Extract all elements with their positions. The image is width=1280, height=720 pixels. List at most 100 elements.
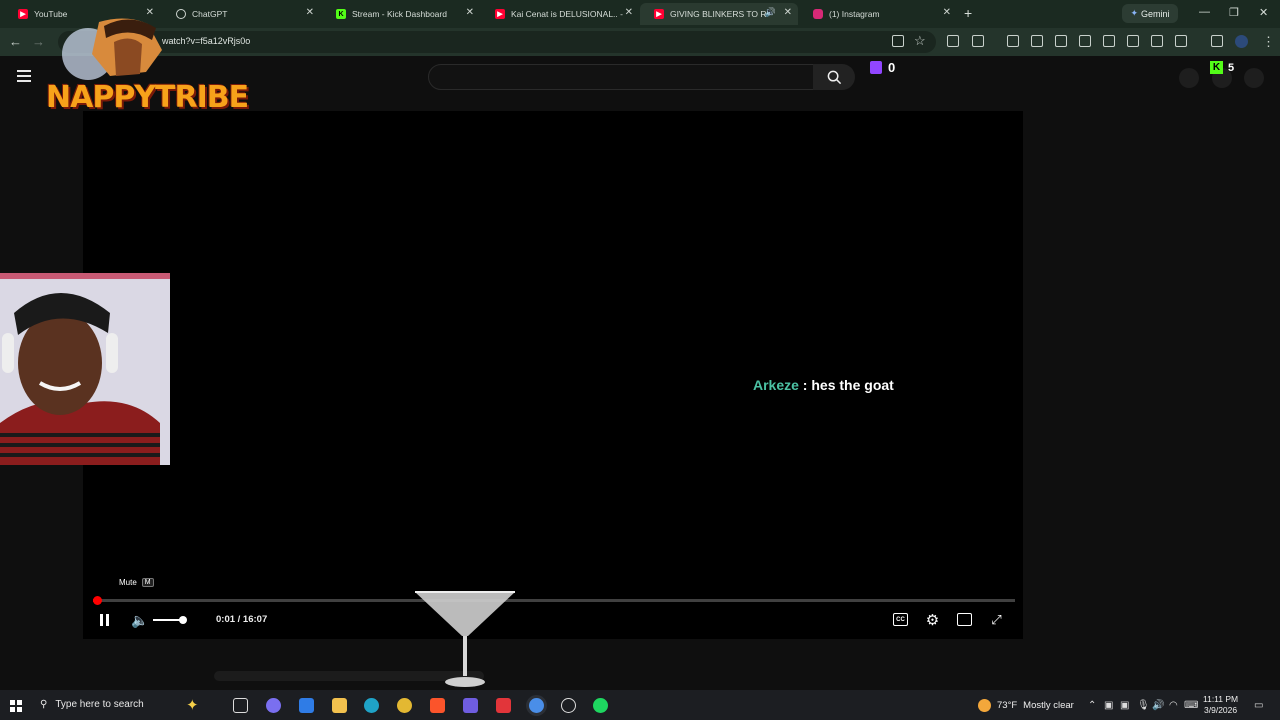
extension-icon[interactable] [1079,35,1091,47]
tab-giving-blinkers[interactable]: ▶ GIVING BLINKERS TO RAND 🔊 ✕ [640,3,798,25]
sidebar-icon[interactable] [1055,35,1067,47]
back-icon[interactable]: ← [9,34,22,49]
tray-app-icon[interactable]: ▣ [1120,700,1129,711]
taskbar-clock[interactable]: 11:11 PM 3/9/2026 [1203,694,1238,716]
notification-icon[interactable]: ▭ [1254,700,1263,711]
tray-app-icon[interactable]: ▣ [1104,700,1113,711]
theater-mode-icon[interactable] [957,613,972,626]
brave-icon[interactable] [430,698,445,713]
keyboard-icon[interactable]: ⌨ [1184,700,1198,711]
taskbar-search-placeholder: Type here to search [55,699,144,710]
restore-icon[interactable]: ❐ [1229,6,1239,19]
tab-title: GIVING BLINKERS TO RAND [670,9,768,19]
tab-kick-dashboard[interactable]: K Stream - Kick Dashboard ✕ [322,3,480,25]
media-icon[interactable] [1211,35,1223,47]
code-icon[interactable] [1151,35,1163,47]
weather-temp: 73°F [997,700,1018,711]
gemini-button[interactable]: ✦ Gemini [1122,4,1178,23]
logo-text: NAPPYTRIBE [46,80,249,115]
youtube-icon: ▶ [18,9,28,19]
speaker-icon[interactable]: 🔊 [765,7,776,18]
close-icon[interactable]: ✕ [306,7,314,18]
mute-tooltip: Mute M [119,578,154,587]
extension-icon[interactable] [1031,35,1043,47]
windows-taskbar: ⚲ Type here to search ✦ 73°F Mostly clea… [0,690,1280,720]
weather-icon [978,699,991,712]
task-view-icon[interactable] [233,698,248,713]
tooltip-label: Mute [119,578,137,587]
tab-title: Stream - Kick Dashboard [352,9,447,19]
instagram-icon [813,9,823,19]
mail-icon[interactable] [299,698,314,713]
volume-icon[interactable]: 🔈 [131,612,148,629]
spotify-icon[interactable] [593,698,608,713]
weather-widget[interactable]: 73°F Mostly clear [978,699,1074,712]
chevron-up-icon[interactable]: ⌃ [1088,700,1096,711]
close-icon[interactable]: ✕ [784,7,792,18]
chat-username: Arkeze [753,377,799,393]
hamburger-menu-icon[interactable] [17,70,31,82]
nappytribe-logo: NAPPYTRIBE [44,14,249,118]
twitch-icon [870,61,882,74]
close-icon[interactable]: ✕ [943,7,951,18]
youtube-icon: ▶ [654,9,664,19]
windows-start-icon[interactable] [10,700,22,712]
menu-dots-icon[interactable]: ⋮ [1262,34,1275,50]
search-button[interactable] [813,64,855,90]
extension-icon[interactable] [947,35,959,47]
sparkle-icon[interactable]: ✦ [186,696,199,714]
extension-icon[interactable] [1103,35,1115,47]
microphone-icon[interactable]: 🎙 [1137,700,1150,711]
minimize-icon[interactable]: — [1199,6,1210,18]
search-icon: ⚲ [40,699,48,710]
app-icon[interactable] [561,698,576,713]
obs-icon[interactable] [463,698,478,713]
puzzle-icon[interactable] [972,35,984,47]
translate-icon[interactable] [1127,35,1139,47]
progress-bar[interactable] [93,596,1015,605]
progress-scrubber[interactable] [93,596,102,605]
settings-gear-icon[interactable]: ⚙ [925,612,940,629]
clock-time: 11:11 PM [1203,694,1239,704]
volume-knob[interactable] [179,616,187,624]
extension-icon[interactable] [1007,35,1019,47]
clock-date: 3/9/2026 [1204,705,1238,715]
tab-instagram[interactable]: (1) Instagram ✕ [799,3,957,25]
video-player[interactable]: Arkeze : hes the goat Mute M 🔈 0:01 / 16… [83,111,1023,639]
profile-avatar[interactable] [1235,35,1248,48]
taskbar-search[interactable]: ⚲ Type here to search [40,699,144,710]
webcam-overlay [0,273,170,465]
close-icon[interactable]: ✕ [466,7,474,18]
kick-icon: K [336,9,346,19]
search-icon [827,70,841,84]
new-tab-button[interactable]: + [964,5,972,21]
time-display: 0:01 / 16:07 [216,614,268,625]
captions-icon[interactable]: CC [893,613,908,626]
tab-title: Kai Cenat is DELUSIONAL.. - Yo [511,9,623,19]
extension-icon[interactable] [1175,35,1187,47]
chat-overlay-message: Arkeze : hes the goat [753,377,894,393]
tab-kai-cenat[interactable]: ▶ Kai Cenat is DELUSIONAL.. - Yo ✕ [481,3,639,25]
chrome-icon[interactable] [397,698,412,713]
edge-icon[interactable] [364,698,379,713]
youtube-page: 0 K 5 Arkeze : hes the goat Mute M 🔈 0:0… [0,56,1280,690]
copilot-icon[interactable] [266,698,281,713]
close-icon[interactable]: ✕ [625,7,633,18]
gemini-label: Gemini [1141,8,1170,19]
speaker-icon[interactable]: 🔊 [1152,700,1164,711]
pause-button[interactable] [99,614,111,627]
install-icon[interactable] [892,35,904,47]
wifi-icon[interactable]: ◠ [1169,700,1178,711]
fullscreen-icon[interactable]: ⤢ [989,612,1004,627]
app-icon[interactable] [496,698,511,713]
tooltip-key: M [141,578,154,587]
file-explorer-icon[interactable] [332,698,347,713]
search-input[interactable] [428,64,814,90]
weather-desc: Mostly clear [1023,700,1074,711]
chrome-icon[interactable] [529,698,544,713]
youtube-icon: ▶ [495,9,505,19]
chat-text: : hes the goat [798,377,894,393]
bookmark-star-icon[interactable]: ☆ [914,33,926,49]
kick-viewer-count: 5 [1228,61,1235,74]
close-window-icon[interactable]: ✕ [1259,6,1268,19]
